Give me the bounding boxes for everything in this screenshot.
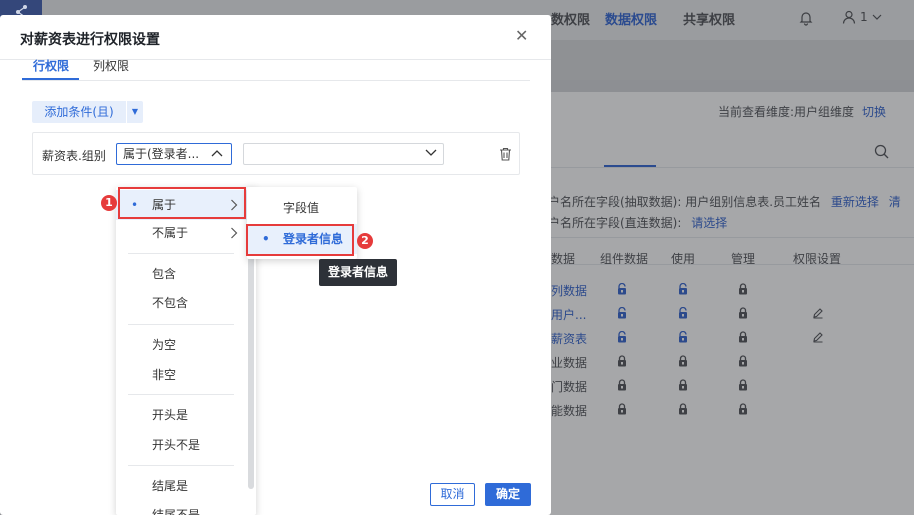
lock-icon[interactable] bbox=[677, 379, 689, 391]
tab-column-permission[interactable]: 列权限 bbox=[93, 57, 129, 74]
table-header-divider bbox=[548, 264, 914, 265]
menu-item-contains[interactable]: 包含 bbox=[116, 259, 248, 289]
menu-item-not-ends-with[interactable]: 结尾不是 bbox=[116, 500, 248, 515]
notification-bell-icon[interactable] bbox=[798, 10, 814, 29]
menu-divider bbox=[128, 465, 234, 466]
menu-divider bbox=[128, 253, 234, 254]
chevron-up-icon[interactable] bbox=[211, 147, 223, 161]
cancel-button[interactable]: 取消 bbox=[430, 483, 475, 506]
unlock-icon[interactable] bbox=[616, 306, 628, 319]
highlight-box-1 bbox=[118, 187, 246, 219]
submenu-item-field-value[interactable]: 字段值 bbox=[247, 193, 357, 223]
lock-icon[interactable] bbox=[737, 379, 749, 391]
edit-icon[interactable] bbox=[812, 307, 824, 319]
close-icon[interactable]: ✕ bbox=[515, 28, 528, 44]
field-line-direct: 户名所在字段(直连数据): 请选择 bbox=[548, 216, 728, 230]
user-count: 1 bbox=[860, 10, 868, 24]
unlock-icon[interactable] bbox=[616, 282, 628, 295]
lock-icon[interactable] bbox=[737, 283, 749, 295]
chevron-right-icon bbox=[231, 227, 238, 239]
clear-link[interactable]: 清 bbox=[889, 195, 901, 209]
user-icon bbox=[842, 10, 856, 24]
dialog-title: 对薪资表进行权限设置 bbox=[20, 32, 160, 48]
active-tab-underline bbox=[604, 165, 656, 167]
select-link[interactable]: 请选择 bbox=[691, 216, 727, 230]
reselect-link[interactable]: 重新选择 bbox=[831, 195, 879, 209]
condition-field-label: 薪资表.组别 bbox=[42, 149, 106, 163]
ok-button[interactable]: 确定 bbox=[485, 483, 531, 506]
menu-item-not-empty[interactable]: 非空 bbox=[116, 360, 248, 390]
permission-dialog: 对薪资表进行权限设置 ✕ bbox=[0, 15, 551, 515]
table-row-name: 能数据 bbox=[551, 404, 588, 418]
menu-item-not-belongs[interactable]: 不属于 bbox=[116, 218, 248, 248]
tooltip: 登录者信息 bbox=[319, 259, 397, 286]
chevron-down-icon[interactable] bbox=[425, 147, 437, 161]
tab-column-permission[interactable]: 数权限 bbox=[551, 9, 590, 28]
lock-icon[interactable] bbox=[677, 355, 689, 367]
switch-link[interactable]: 切换 bbox=[862, 105, 886, 119]
highlight-box-2 bbox=[246, 224, 354, 256]
lock-icon[interactable] bbox=[616, 355, 628, 367]
menu-item-is-empty[interactable]: 为空 bbox=[116, 330, 248, 360]
lock-icon[interactable] bbox=[737, 355, 749, 367]
unlock-icon[interactable] bbox=[677, 330, 689, 343]
table-row-name: 业数据 bbox=[551, 356, 588, 370]
unlock-icon[interactable] bbox=[616, 330, 628, 343]
value-select[interactable] bbox=[243, 143, 444, 165]
chevron-down-icon bbox=[872, 14, 882, 20]
lock-icon[interactable] bbox=[737, 331, 749, 343]
menu-item-starts-with[interactable]: 开头是 bbox=[116, 400, 248, 430]
table-row-name[interactable]: 薪资表 bbox=[551, 330, 587, 347]
current-dimension: 当前查看维度:用户组维度 切换 bbox=[718, 105, 887, 119]
field-line-extract: 户名所在字段(抽取数据): 用户组别信息表.员工姓名 重新选择 清 bbox=[548, 195, 901, 209]
menu-item-not-contains[interactable]: 不包含 bbox=[116, 288, 248, 318]
lock-icon[interactable] bbox=[737, 307, 749, 319]
delete-icon[interactable] bbox=[499, 147, 512, 164]
add-condition-dropdown-icon[interactable]: ▼ bbox=[127, 101, 143, 123]
tabs-divider bbox=[22, 80, 530, 81]
table-row-name[interactable]: 用户... bbox=[551, 306, 586, 323]
menu-divider bbox=[128, 324, 234, 325]
search-icon[interactable] bbox=[874, 144, 889, 162]
user-menu[interactable]: 1 bbox=[842, 10, 882, 24]
step-badge-1: 1 bbox=[101, 195, 117, 211]
dialog-header-divider bbox=[0, 59, 551, 60]
menu-item-not-starts-with[interactable]: 开头不是 bbox=[116, 430, 248, 460]
menu-item-ends-with[interactable]: 结尾是 bbox=[116, 471, 248, 501]
table-row-name: 门数据 bbox=[551, 380, 588, 394]
tab-row-permission[interactable]: 行权限 bbox=[33, 57, 69, 74]
add-condition-button[interactable]: 添加条件(且) bbox=[32, 101, 126, 123]
lock-icon[interactable] bbox=[616, 379, 628, 391]
tab-data-permission[interactable]: 数据权限 bbox=[605, 9, 657, 28]
unlock-icon[interactable] bbox=[677, 282, 689, 295]
lock-icon[interactable] bbox=[677, 403, 689, 415]
menu-divider bbox=[128, 394, 234, 395]
lock-icon[interactable] bbox=[616, 403, 628, 415]
operator-menu: • 属于 不属于 包含 不包含 为空 非空 开头是 开头不是 结尾是 结尾不是 bbox=[116, 187, 256, 515]
table-row-name[interactable]: 列数据 bbox=[551, 282, 587, 299]
edit-icon[interactable] bbox=[812, 331, 824, 343]
background-tabs bbox=[548, 134, 914, 168]
tab-share-permission[interactable]: 共享权限 bbox=[683, 9, 735, 28]
unlock-icon[interactable] bbox=[677, 306, 689, 319]
lock-icon[interactable] bbox=[737, 403, 749, 415]
step-badge-2: 2 bbox=[357, 233, 373, 249]
